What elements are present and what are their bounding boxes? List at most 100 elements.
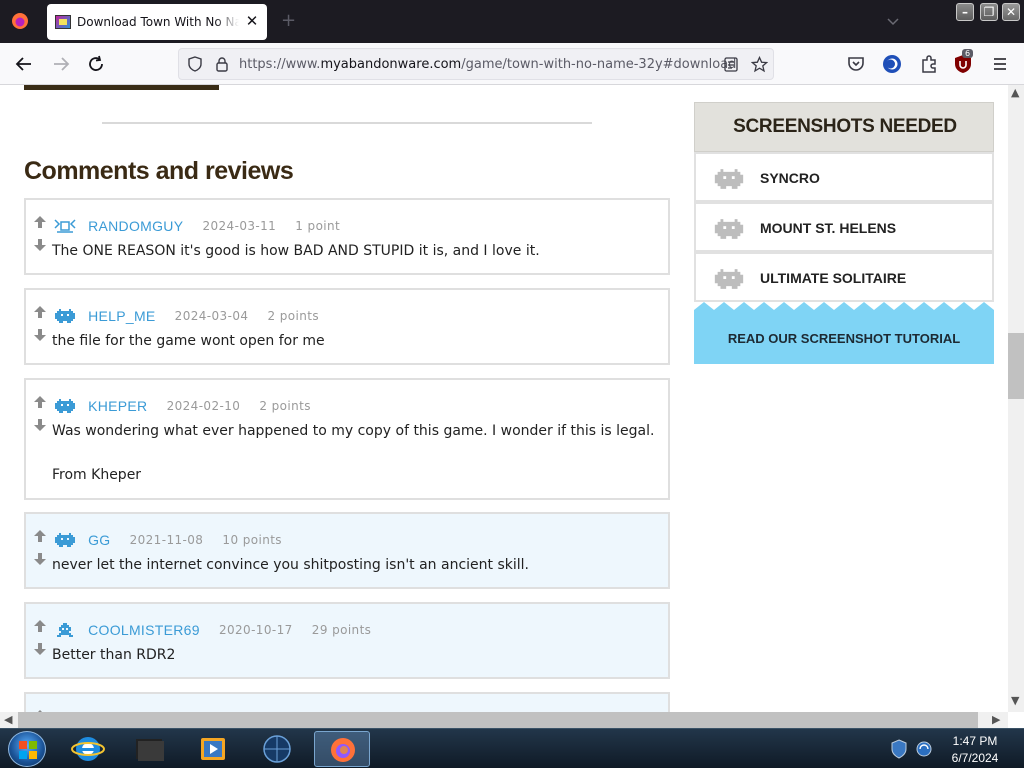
upvote-arrow-icon[interactable]: [33, 619, 47, 633]
space-invader-icon: [714, 219, 744, 239]
network-tray-icon[interactable]: [915, 740, 933, 758]
comment-date: 2024-02-10: [166, 398, 241, 413]
start-button[interactable]: [8, 731, 46, 767]
tab-title: Download Town With No Name: [77, 15, 239, 29]
close-window-button[interactable]: ✕: [1002, 3, 1020, 21]
comment-line: Was wondering what ever happened to my c…: [52, 423, 655, 439]
comment-text: the file for the game wont open for me: [52, 330, 325, 352]
reload-icon[interactable]: [84, 52, 108, 76]
game-title-link[interactable]: SYNCRO: [760, 170, 820, 186]
comment-date: 2020-10-17: [218, 622, 293, 637]
squid-invader-avatar-icon: [57, 622, 73, 637]
game-cover-image-edge: [24, 85, 219, 90]
url-domain: myabandonware.com: [320, 57, 462, 72]
tab-strip: Download Town With No Name ✕ + – ❐ ✕: [0, 0, 1024, 43]
address-bar[interactable]: https://www.myabandonware.com/game/town-…: [178, 48, 774, 80]
comment-points: 2 points: [259, 398, 311, 413]
downvote-arrow-icon[interactable]: [33, 238, 47, 252]
comment-username[interactable]: HELP_ME: [88, 308, 155, 324]
clock-date[interactable]: 6/7/2024: [940, 751, 1010, 765]
comment-points: 1 point: [295, 218, 341, 233]
network-globe-icon[interactable]: [249, 731, 305, 767]
minimize-window-button[interactable]: –: [956, 3, 974, 21]
tracking-protection-shield-icon[interactable]: [187, 56, 203, 72]
upvote-arrow-icon[interactable]: [33, 305, 47, 319]
reader-view-icon[interactable]: [724, 57, 738, 72]
downvote-arrow-icon[interactable]: [33, 328, 47, 342]
zigzag-divider: [694, 302, 994, 318]
back-arrow-icon[interactable]: [12, 52, 36, 76]
close-icon: ✕: [1005, 5, 1017, 19]
upvote-arrow-icon[interactable]: [33, 215, 47, 229]
close-tab-icon[interactable]: ✕: [243, 12, 261, 30]
screenshot-needed-item[interactable]: SYNCRO: [694, 152, 994, 202]
comment-points: 10 points: [222, 532, 282, 547]
comment-date: 2024-03-11: [202, 218, 277, 233]
comment-points: 2 points: [267, 308, 320, 323]
hamburger-menu-icon[interactable]: [988, 52, 1012, 76]
downvote-arrow-icon[interactable]: [33, 418, 47, 432]
tab-list-chevron-icon[interactable]: [886, 14, 900, 28]
clock-time[interactable]: 1:47 PM: [940, 734, 1010, 748]
firefox-view-icon[interactable]: [10, 11, 30, 31]
comment-text: Better than RDR2: [52, 644, 175, 666]
comment-username[interactable]: GG: [88, 532, 110, 548]
navigation-toolbar: https://www.myabandonware.com/game/town-…: [0, 43, 1024, 85]
bookmark-star-icon[interactable]: [751, 56, 768, 73]
comment-username[interactable]: COOLMISTER69: [88, 622, 200, 638]
firefox-icon: [331, 738, 355, 762]
comment-line: [52, 442, 654, 464]
restore-icon: ❐: [983, 5, 995, 19]
comment-card: GG 2021-11-08 10 points never let the in…: [24, 512, 670, 589]
space-invader-icon: [714, 269, 744, 289]
screenshots-needed-title: SCREENSHOTS NEEDED: [733, 116, 957, 137]
screenshot-needed-item[interactable]: MOUNT ST. HELENS: [694, 202, 994, 252]
scroll-up-arrow-icon[interactable]: ▲: [1011, 85, 1019, 101]
screenshot-needed-item[interactable]: ULTIMATE SOLITAIRE: [694, 252, 994, 302]
game-title-link[interactable]: MOUNT ST. HELENS: [760, 220, 896, 236]
minimize-icon: –: [962, 5, 968, 19]
page-content: Comments and reviews RANDOMGUY 2024-03-1…: [0, 85, 1008, 712]
scroll-right-arrow-icon[interactable]: ▶: [992, 712, 1000, 728]
tab-active[interactable]: Download Town With No Name ✕: [47, 4, 267, 40]
file-explorer-icon[interactable]: [122, 731, 178, 767]
comment-username[interactable]: KHEPER: [88, 398, 147, 414]
new-tab-icon[interactable]: +: [281, 12, 296, 30]
upvote-arrow-icon[interactable]: [33, 395, 47, 409]
comment-line: the file for the game wont open for me: [52, 333, 325, 349]
extensions-puzzle-icon[interactable]: [917, 52, 941, 76]
downvote-arrow-icon[interactable]: [33, 642, 47, 656]
security-shield-tray-icon[interactable]: [890, 739, 908, 759]
url-text[interactable]: https://www.myabandonware.com/game/town-…: [239, 57, 736, 72]
comment-line: The ONE REASON it's good is how BAD AND …: [52, 243, 540, 259]
site-favicon-icon: [55, 15, 71, 29]
restore-window-button[interactable]: ❐: [980, 3, 998, 21]
account-extension-icon[interactable]: [880, 52, 904, 76]
padlock-icon[interactable]: [214, 56, 230, 72]
game-title-link[interactable]: ULTIMATE SOLITAIRE: [760, 270, 906, 286]
taskbar-firefox-button[interactable]: [314, 731, 370, 767]
vertical-scrollbar-thumb[interactable]: [1008, 333, 1024, 399]
pocket-icon[interactable]: [844, 52, 868, 76]
media-player-icon[interactable]: [185, 731, 241, 767]
comment-card: COOLMISTER69 2020-10-17 29 points Better…: [24, 602, 670, 679]
comments-heading: Comments and reviews: [24, 157, 294, 185]
comment-card-partial: [24, 692, 670, 712]
forward-arrow-icon[interactable]: [49, 52, 73, 76]
upvote-arrow-icon[interactable]: [33, 529, 47, 543]
comment-text: The ONE REASON it's good is how BAD AND …: [52, 240, 540, 262]
space-invader-avatar-icon: [55, 308, 75, 323]
screenshots-needed-header: SCREENSHOTS NEEDED: [694, 102, 994, 152]
screenshot-tutorial-button[interactable]: READ OUR SCREENSHOT TUTORIAL: [694, 310, 994, 364]
space-invader-avatar-icon: [55, 532, 75, 547]
downvote-arrow-icon[interactable]: [33, 552, 47, 566]
comment-points: 29 points: [311, 622, 372, 637]
scroll-down-arrow-icon[interactable]: ▼: [1011, 693, 1019, 709]
screenshots-needed-panel: SCREENSHOTS NEEDED SYNCRO MOUNT ST. HELE…: [694, 102, 994, 364]
horizontal-scrollbar-thumb[interactable]: [18, 712, 978, 728]
scroll-left-arrow-icon[interactable]: ◀: [4, 712, 12, 728]
comment-username[interactable]: RANDOMGUY: [88, 218, 183, 234]
comment-text: never let the internet convince you shit…: [52, 554, 529, 576]
internet-explorer-icon[interactable]: [60, 731, 116, 767]
url-path: /game/town-with-no-name-32y#download: [461, 57, 737, 72]
